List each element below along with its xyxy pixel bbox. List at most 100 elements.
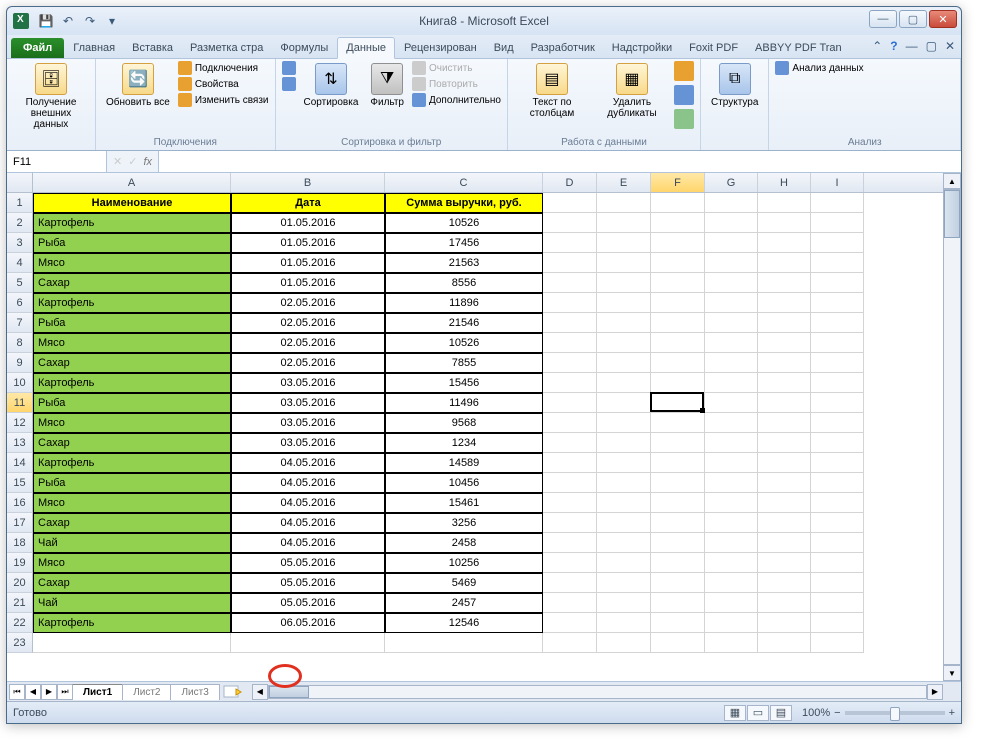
redo-button[interactable]: ↷ <box>81 12 99 30</box>
cell[interactable]: 04.05.2016 <box>231 533 385 553</box>
cell[interactable] <box>811 553 864 573</box>
cell[interactable] <box>705 213 758 233</box>
cell[interactable]: Мясо <box>33 553 231 573</box>
cell[interactable] <box>543 313 597 333</box>
cell[interactable] <box>597 333 651 353</box>
cell[interactable] <box>651 613 705 633</box>
tab-foxit-pdf[interactable]: Foxit PDF <box>681 38 746 58</box>
cell[interactable] <box>811 253 864 273</box>
cell[interactable]: Сахар <box>33 513 231 533</box>
row-header[interactable]: 6 <box>7 293 33 313</box>
row-header[interactable]: 8 <box>7 333 33 353</box>
cell[interactable] <box>758 333 811 353</box>
cell[interactable] <box>811 333 864 353</box>
cell[interactable] <box>811 233 864 253</box>
cell[interactable] <box>597 593 651 613</box>
cell[interactable] <box>543 613 597 633</box>
scroll-down-button[interactable]: ▼ <box>943 665 961 681</box>
cell[interactable] <box>543 513 597 533</box>
row-header[interactable]: 3 <box>7 233 33 253</box>
cell[interactable] <box>705 193 758 213</box>
cell[interactable] <box>811 413 864 433</box>
cell[interactable]: 14589 <box>385 453 543 473</box>
cell[interactable] <box>811 433 864 453</box>
cell[interactable] <box>597 193 651 213</box>
cell[interactable] <box>811 493 864 513</box>
cell[interactable]: 03.05.2016 <box>231 433 385 453</box>
cell[interactable] <box>758 313 811 333</box>
cell[interactable] <box>543 213 597 233</box>
cell[interactable]: 05.05.2016 <box>231 573 385 593</box>
tab-рецензирован[interactable]: Рецензирован <box>396 38 485 58</box>
cell[interactable]: Мясо <box>33 253 231 273</box>
cell[interactable] <box>597 513 651 533</box>
cell[interactable] <box>543 593 597 613</box>
cell[interactable]: 02.05.2016 <box>231 293 385 313</box>
minimize-button[interactable]: — <box>869 10 897 28</box>
page-layout-button[interactable]: ▭ <box>747 705 769 721</box>
cell[interactable]: Рыба <box>33 473 231 493</box>
row-header[interactable]: 14 <box>7 453 33 473</box>
cell[interactable] <box>758 393 811 413</box>
cell[interactable] <box>651 553 705 573</box>
row-header[interactable]: 21 <box>7 593 33 613</box>
cell[interactable] <box>597 473 651 493</box>
cell[interactable] <box>758 553 811 573</box>
cell[interactable] <box>651 193 705 213</box>
cell[interactable]: Мясо <box>33 413 231 433</box>
cell[interactable] <box>705 233 758 253</box>
vscroll-thumb[interactable] <box>944 190 960 238</box>
cell[interactable]: 10526 <box>385 213 543 233</box>
cell[interactable] <box>543 193 597 213</box>
tab-формулы[interactable]: Формулы <box>272 38 336 58</box>
cell[interactable]: 21563 <box>385 253 543 273</box>
cell[interactable] <box>705 433 758 453</box>
cell[interactable] <box>543 353 597 373</box>
zoom-out-button[interactable]: − <box>834 707 840 719</box>
hscroll-track[interactable] <box>268 685 927 699</box>
cell[interactable] <box>705 373 758 393</box>
get-external-data-button[interactable]: 🗄 Получение внешних данных <box>13 61 89 132</box>
cell[interactable] <box>597 353 651 373</box>
col-header-A[interactable]: A <box>33 173 231 192</box>
row-header[interactable]: 16 <box>7 493 33 513</box>
cell[interactable]: 04.05.2016 <box>231 513 385 533</box>
maximize-button[interactable]: ▢ <box>899 10 927 28</box>
name-box[interactable]: F11 <box>7 151 107 172</box>
cell[interactable] <box>705 513 758 533</box>
cell[interactable] <box>758 353 811 373</box>
cell[interactable] <box>651 513 705 533</box>
cell[interactable]: 02.05.2016 <box>231 333 385 353</box>
cell[interactable] <box>543 493 597 513</box>
cell[interactable] <box>597 553 651 573</box>
cell[interactable] <box>811 353 864 373</box>
ribbon-minimize-icon[interactable]: ⌃ <box>872 39 882 53</box>
page-break-button[interactable]: ▤ <box>770 705 792 721</box>
cell[interactable] <box>597 293 651 313</box>
cell[interactable] <box>651 313 705 333</box>
whatif-icon[interactable] <box>674 109 694 129</box>
cell[interactable]: Мясо <box>33 333 231 353</box>
cell[interactable] <box>543 473 597 493</box>
cell[interactable]: 04.05.2016 <box>231 473 385 493</box>
cell[interactable] <box>758 253 811 273</box>
cell[interactable] <box>758 593 811 613</box>
advanced-filter-button[interactable]: Дополнительно <box>412 93 501 107</box>
cell[interactable] <box>705 613 758 633</box>
vertical-scrollbar[interactable]: ▲ ▼ <box>943 173 961 681</box>
cell[interactable] <box>705 553 758 573</box>
horizontal-scrollbar[interactable]: ◀ ▶ <box>252 684 943 700</box>
cell[interactable] <box>811 573 864 593</box>
cell[interactable]: Картофель <box>33 453 231 473</box>
cell[interactable] <box>705 633 758 653</box>
cell[interactable] <box>651 433 705 453</box>
cell[interactable] <box>651 233 705 253</box>
scroll-up-button[interactable]: ▲ <box>943 173 961 189</box>
cell[interactable]: 10256 <box>385 553 543 573</box>
cell[interactable] <box>758 513 811 533</box>
help-icon[interactable]: ? <box>890 39 897 53</box>
row-header[interactable]: 13 <box>7 433 33 453</box>
cell[interactable] <box>543 633 597 653</box>
cell[interactable] <box>811 193 864 213</box>
cell[interactable] <box>543 413 597 433</box>
